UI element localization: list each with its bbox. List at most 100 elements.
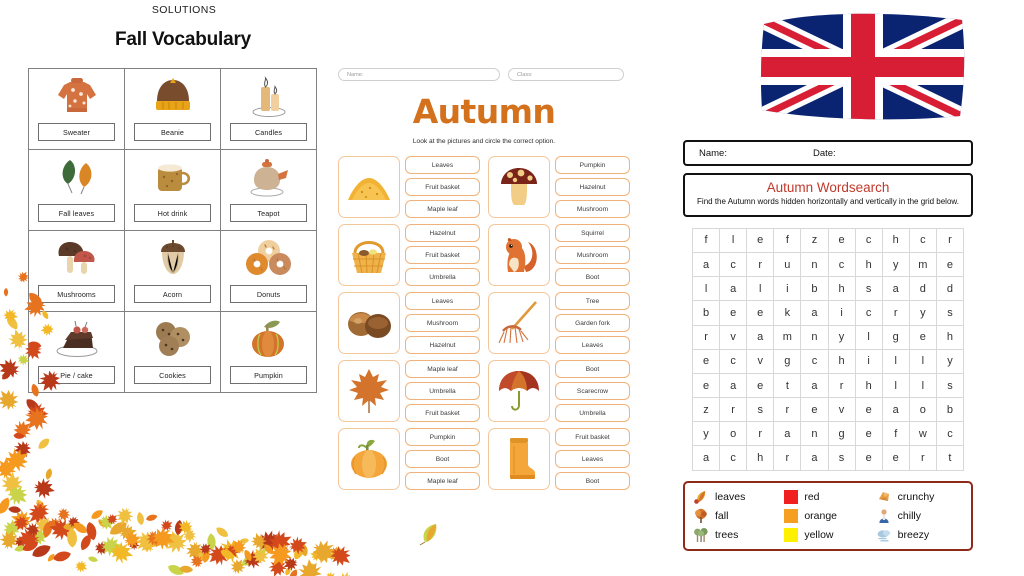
wordsearch-cell[interactable]: t	[936, 446, 964, 471]
wordsearch-cell[interactable]: r	[909, 446, 937, 471]
wordsearch-cell[interactable]: e	[693, 373, 721, 399]
wordsearch-cell[interactable]: a	[801, 446, 829, 471]
option[interactable]: Hazelnut	[405, 224, 480, 242]
wordsearch-cell[interactable]: i	[855, 349, 883, 374]
wordsearch-cell[interactable]: h	[936, 325, 964, 350]
wordsearch-cell[interactable]: r	[747, 422, 775, 447]
wordsearch-cell[interactable]: r	[720, 398, 748, 423]
wordsearch-cell[interactable]: r	[936, 228, 964, 253]
wordsearch-cell[interactable]: d	[936, 277, 964, 302]
wordsearch-cell[interactable]: g	[828, 422, 856, 447]
option[interactable]: Pumpkin	[555, 156, 630, 174]
option[interactable]: Maple leaf	[405, 200, 480, 218]
wordsearch-cell[interactable]: y	[909, 301, 937, 326]
option[interactable]: Fruit basket	[405, 178, 480, 196]
wordsearch-cell[interactable]: e	[855, 398, 883, 423]
wordsearch-cell[interactable]: s	[936, 373, 964, 399]
wordsearch-cell[interactable]: r	[882, 301, 910, 326]
wordsearch-cell[interactable]: h	[882, 228, 910, 253]
wordsearch-cell[interactable]: e	[747, 301, 775, 326]
wordsearch-cell[interactable]: c	[720, 349, 748, 374]
wordsearch-cell[interactable]: r	[693, 325, 721, 350]
wordsearch-cell[interactable]: a	[720, 373, 748, 399]
wordsearch-cell[interactable]: e	[720, 301, 748, 326]
wordsearch-cell[interactable]: s	[855, 277, 883, 302]
wordsearch-cell[interactable]: e	[936, 252, 964, 278]
wordsearch-cell[interactable]: c	[801, 349, 829, 374]
wordsearch-grid[interactable]: flefzechcracrunchymelalibhsaddbeekaicrys…	[692, 227, 964, 471]
wordsearch-cell[interactable]: n	[801, 252, 829, 278]
wordsearch-cell[interactable]: e	[855, 446, 883, 471]
option[interactable]: Boot	[405, 450, 480, 468]
wordsearch-cell[interactable]: r	[774, 398, 802, 423]
name-input[interactable]: Name:	[338, 68, 500, 81]
wordsearch-cell[interactable]: l	[909, 373, 937, 399]
option[interactable]: Umbrella	[405, 382, 480, 400]
option[interactable]: Garden fork	[555, 314, 630, 332]
wordsearch-cell[interactable]: a	[801, 301, 829, 326]
wordsearch-cell[interactable]: a	[693, 446, 721, 471]
wordsearch-cell[interactable]: y	[882, 252, 910, 278]
wordsearch-cell[interactable]: c	[720, 446, 748, 471]
option[interactable]: Pumpkin	[405, 428, 480, 446]
wordsearch-cell[interactable]: h	[747, 446, 775, 471]
wordsearch-cell[interactable]: b	[801, 277, 829, 302]
wordsearch-cell[interactable]: f	[774, 228, 802, 253]
wordsearch-cell[interactable]: l	[882, 373, 910, 399]
wordsearch-cell[interactable]: c	[720, 252, 748, 278]
wordsearch-cell[interactable]: e	[882, 446, 910, 471]
wordsearch-cell[interactable]: l	[747, 277, 775, 302]
wordsearch-cell[interactable]: m	[774, 325, 802, 350]
wordsearch-cell[interactable]: z	[693, 398, 721, 423]
wordsearch-cell[interactable]: u	[774, 252, 802, 278]
wordsearch-cell[interactable]: l	[855, 325, 883, 350]
wordsearch-cell[interactable]: e	[747, 228, 775, 253]
wordsearch-cell[interactable]: c	[828, 252, 856, 278]
option[interactable]: Boot	[555, 268, 630, 286]
option[interactable]: Boot	[555, 472, 630, 490]
wordsearch-cell[interactable]: c	[855, 228, 883, 253]
option[interactable]: Mushroom	[555, 246, 630, 264]
wordsearch-cell[interactable]: c	[909, 228, 937, 253]
option[interactable]: Leaves	[405, 156, 480, 174]
wordsearch-cell[interactable]: a	[801, 373, 829, 399]
wordsearch-cell[interactable]: d	[909, 277, 937, 302]
option[interactable]: Scarecrow	[555, 382, 630, 400]
wordsearch-cell[interactable]: e	[828, 228, 856, 253]
wordsearch-cell[interactable]: z	[801, 228, 829, 253]
wordsearch-cell[interactable]: s	[747, 398, 775, 423]
wordsearch-cell[interactable]: e	[801, 398, 829, 423]
wordsearch-cell[interactable]: i	[774, 277, 802, 302]
wordsearch-cell[interactable]: g	[774, 349, 802, 374]
option[interactable]: Squirrel	[555, 224, 630, 242]
wordsearch-cell[interactable]: f	[882, 422, 910, 447]
wordsearch-cell[interactable]: a	[882, 277, 910, 302]
wordsearch-cell[interactable]: b	[936, 398, 964, 423]
option[interactable]: Leaves	[555, 450, 630, 468]
wordsearch-cell[interactable]: r	[747, 252, 775, 278]
wordsearch-cell[interactable]: r	[828, 373, 856, 399]
wordsearch-cell[interactable]: y	[828, 325, 856, 350]
option[interactable]: Fruit basket	[555, 428, 630, 446]
wordsearch-cell[interactable]: a	[747, 325, 775, 350]
wordsearch-cell[interactable]: a	[882, 398, 910, 423]
wordsearch-cell[interactable]: s	[828, 446, 856, 471]
wordsearch-cell[interactable]: y	[693, 422, 721, 447]
wordsearch-cell[interactable]: a	[720, 277, 748, 302]
option[interactable]: Boot	[555, 360, 630, 378]
wordsearch-cell[interactable]: f	[693, 228, 721, 253]
wordsearch-cell[interactable]: v	[828, 398, 856, 423]
wordsearch-cell[interactable]: g	[882, 325, 910, 350]
wordsearch-cell[interactable]: b	[693, 301, 721, 326]
wordsearch-cell[interactable]: h	[828, 349, 856, 374]
wordsearch-cell[interactable]: w	[909, 422, 937, 447]
option[interactable]: Umbrella	[555, 404, 630, 422]
wordsearch-cell[interactable]: s	[936, 301, 964, 326]
wordsearch-cell[interactable]: e	[909, 325, 937, 350]
wordsearch-cell[interactable]: i	[828, 301, 856, 326]
wordsearch-cell[interactable]: o	[720, 422, 748, 447]
wordsearch-cell[interactable]: h	[855, 252, 883, 278]
wordsearch-cell[interactable]: n	[801, 325, 829, 350]
option[interactable]: Leaves	[555, 336, 630, 354]
option[interactable]: Mushroom	[555, 200, 630, 218]
